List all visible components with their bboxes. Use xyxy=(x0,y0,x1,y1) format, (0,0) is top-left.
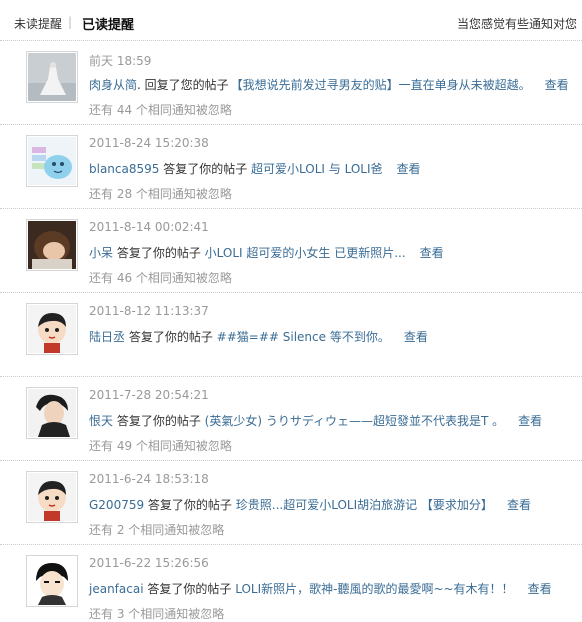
action-text: 答复了你的帖子 xyxy=(144,498,236,512)
tab-separator: | xyxy=(68,15,73,29)
user-link[interactable]: jeanfacai xyxy=(89,582,144,596)
notification-item: 2011-6-22 15:26:56 jeanfacai 答复了你的帖子 LOL… xyxy=(0,545,582,621)
view-link[interactable]: 查看 xyxy=(507,498,531,512)
tab-unread[interactable]: 未读提醒 xyxy=(14,15,62,32)
post-link[interactable]: LOLI新照片，歌神-聽風的歌的最愛啊~~有木有！！ xyxy=(235,582,513,596)
notification-item: 2011-8-12 11:13:37 陆日丞 答复了你的帖子 ##猫=## Si… xyxy=(0,293,582,377)
notification-line: blanca8595 答复了你的帖子 超可爱小LOLI 与 LOLI爸 查看 xyxy=(89,160,421,177)
notification-time: 2011-8-24 15:20:38 xyxy=(89,136,209,150)
notification-line: jeanfacai 答复了你的帖子 LOLI新照片，歌神-聽風的歌的最愛啊~~有… xyxy=(89,580,552,597)
notification-item: 前天 18:59 肉身从简. 回复了您的帖子 【我想说先前发过寻男友的贴】一直在单… xyxy=(0,41,582,125)
notification-line: 肉身从简. 回复了您的帖子 【我想说先前发过寻男友的贴】一直在单身从未被超越。 查看 xyxy=(89,76,569,93)
post-link[interactable]: 超可爱小LOLI 与 LOLI爸 xyxy=(251,162,383,176)
avatar-default-icon xyxy=(28,305,76,353)
post-link[interactable]: (英氣少女) うりサディウェ——超短發並不代表我是T 。 xyxy=(205,414,504,428)
user-link[interactable]: 陆日丞 xyxy=(89,330,125,344)
avatar-photo-icon xyxy=(28,221,76,269)
action-text: 答复了你的帖子 xyxy=(113,414,205,428)
notification-line: 恨天 答复了你的帖子 (英氣少女) うりサディウェ——超短發並不代表我是T 。查… xyxy=(89,412,542,429)
notification-time: 2011-6-24 18:53:18 xyxy=(89,472,209,486)
ignored-count: 还有 44 个相同通知被忽略 xyxy=(89,103,232,117)
user-link[interactable]: blanca8595 xyxy=(89,162,159,176)
avatar-bride-icon xyxy=(28,53,76,101)
view-link[interactable]: 查看 xyxy=(545,78,569,92)
notification-time: 2011-8-12 11:13:37 xyxy=(89,304,209,318)
avatar-cartoon-icon xyxy=(28,137,76,185)
notification-item: 2011-7-28 20:54:21 恨天 答复了你的帖子 (英氣少女) うりサ… xyxy=(0,377,582,461)
notification-time: 前天 18:59 xyxy=(89,54,152,68)
action-text: 答复了你的帖子 xyxy=(143,582,236,596)
action-text: 答复了你的帖子 xyxy=(113,246,205,260)
avatar[interactable] xyxy=(26,555,78,607)
notification-line: 小呆 答复了你的帖子 小LOLI 超可爱的小女生 已更新照片... 查看 xyxy=(89,244,444,261)
tab-read[interactable]: 已读提醒 xyxy=(82,14,134,33)
avatar[interactable] xyxy=(26,387,78,439)
avatar[interactable] xyxy=(26,51,78,103)
avatar[interactable] xyxy=(26,219,78,271)
view-link[interactable]: 查看 xyxy=(518,414,542,428)
avatar[interactable] xyxy=(26,303,78,355)
notification-line: 陆日丞 答复了你的帖子 ##猫=## Silence 等不到你。 查看 xyxy=(89,328,428,345)
avatar[interactable] xyxy=(26,135,78,187)
notification-item: 2011-8-24 15:20:38 blanca8595 答复了你的帖子 超可… xyxy=(0,125,582,209)
notification-item: 2011-6-24 18:53:18 G200759 答复了你的帖子 珍贵照..… xyxy=(0,461,582,545)
post-link[interactable]: 【我想说先前发过寻男友的贴】一直在单身从未被超越。 xyxy=(231,78,531,92)
avatar-default-icon xyxy=(28,473,76,521)
post-link[interactable]: 小LOLI 超可爱的小女生 已更新照片... xyxy=(205,246,406,260)
ignored-count: 还有 2 个相同通知被忽略 xyxy=(89,523,225,537)
action-text: 答复了你的帖子 xyxy=(159,162,252,176)
action-text: . 回复了您的帖子 xyxy=(137,78,229,92)
ignored-count: 还有 3 个相同通知被忽略 xyxy=(89,607,225,621)
notification-tabs: 未读提醒 | 已读提醒 当您感觉有些通知对您 xyxy=(0,0,582,41)
user-link[interactable]: 肉身从简 xyxy=(89,78,137,92)
ignored-count: 还有 49 个相同通知被忽略 xyxy=(89,439,232,453)
notification-time: 2011-6-22 15:26:56 xyxy=(89,556,209,570)
view-link[interactable]: 查看 xyxy=(397,162,421,176)
notification-item: 2011-8-14 00:02:41 小呆 答复了你的帖子 小LOLI 超可爱的… xyxy=(0,209,582,293)
notification-line: G200759 答复了你的帖子 珍贵照...超可爱小LOLI胡泊旅游记 【要求加… xyxy=(89,496,531,513)
user-link[interactable]: 恨天 xyxy=(89,414,113,428)
action-text: 答复了你的帖子 xyxy=(125,330,217,344)
post-link[interactable]: ##猫=## Silence 等不到你。 xyxy=(217,330,390,344)
post-link[interactable]: 珍贵照...超可爱小LOLI胡泊旅游记 【要求加分】 xyxy=(236,498,493,512)
avatar-photo-icon xyxy=(28,389,76,437)
user-link[interactable]: 小呆 xyxy=(89,246,113,260)
ignored-count: 还有 28 个相同通知被忽略 xyxy=(89,187,232,201)
user-link[interactable]: G200759 xyxy=(89,498,144,512)
view-link[interactable]: 查看 xyxy=(404,330,428,344)
notification-time: 2011-7-28 20:54:21 xyxy=(89,388,209,402)
view-link[interactable]: 查看 xyxy=(420,246,444,260)
notification-time: 2011-8-14 00:02:41 xyxy=(89,220,209,234)
view-link[interactable]: 查看 xyxy=(528,582,552,596)
avatar[interactable] xyxy=(26,471,78,523)
ignored-count: 还有 46 个相同通知被忽略 xyxy=(89,271,232,285)
hint-text: 当您感觉有些通知对您 xyxy=(457,17,578,31)
avatar-cartoon-icon xyxy=(28,557,76,605)
